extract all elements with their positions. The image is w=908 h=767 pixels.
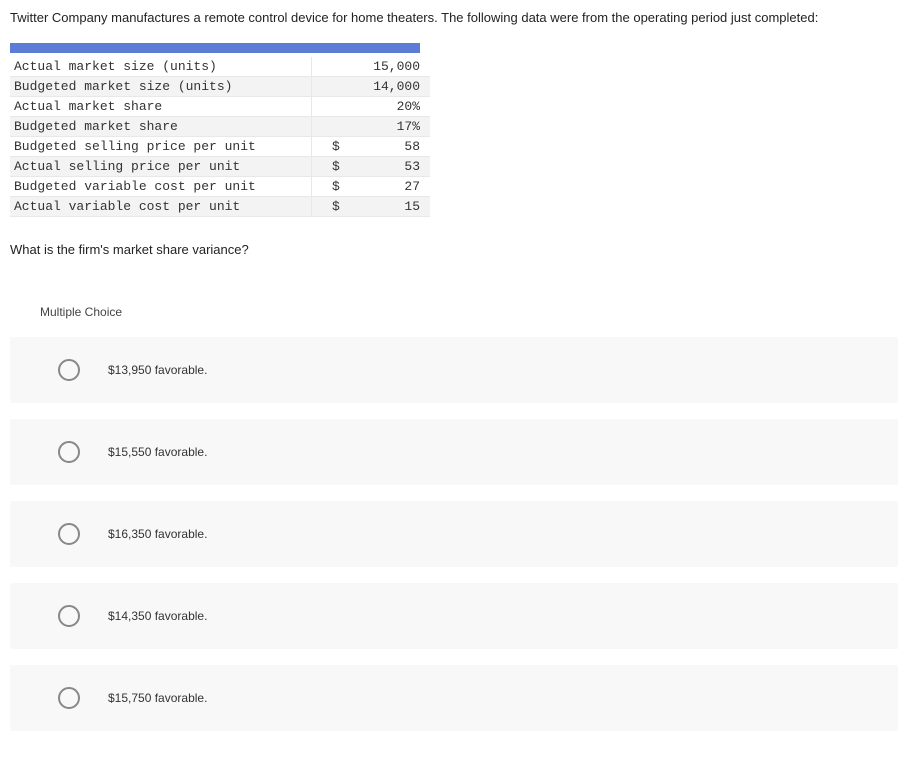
data-section: Actual market size (units)15,000Budgeted… (10, 43, 898, 217)
option-row[interactable]: $16,350 favorable. (10, 501, 898, 567)
table-row: Actual market size (units) 15,000 (10, 57, 430, 77)
progress-bar (10, 43, 420, 53)
option-text: $16,350 favorable. (108, 527, 207, 541)
row-value: 58 (344, 137, 430, 157)
option-text: $15,550 favorable. (108, 445, 207, 459)
radio-button[interactable] (58, 359, 80, 381)
row-currency: $ (312, 137, 344, 157)
row-value: 20% (344, 97, 430, 117)
row-currency (312, 97, 344, 117)
table-row: Actual selling price per unit$53 (10, 157, 430, 177)
option-row[interactable]: $14,350 favorable. (10, 583, 898, 649)
row-label: Actual market share (10, 97, 312, 117)
row-label: Budgeted market share (10, 117, 312, 137)
radio-button[interactable] (58, 605, 80, 627)
intro-text: Twitter Company manufactures a remote co… (10, 10, 898, 25)
row-label: Budgeted variable cost per unit (10, 177, 312, 197)
table-row: Budgeted variable cost per unit$27 (10, 177, 430, 197)
radio-button[interactable] (58, 687, 80, 709)
row-currency: $ (312, 197, 344, 217)
row-label: Actual variable cost per unit (10, 197, 312, 217)
row-value: 17% (344, 117, 430, 137)
row-value: 27 (344, 177, 430, 197)
radio-button[interactable] (58, 523, 80, 545)
row-label: Budgeted market size (units) (10, 77, 312, 97)
row-currency (312, 77, 344, 97)
table-row: Budgeted selling price per unit$58 (10, 137, 430, 157)
multiple-choice-label: Multiple Choice (10, 287, 898, 337)
option-text: $14,350 favorable. (108, 609, 207, 623)
row-label: Budgeted selling price per unit (10, 137, 312, 157)
table-row: Actual variable cost per unit$15 (10, 197, 430, 217)
table-row: Budgeted market size (units) 14,000 (10, 77, 430, 97)
options-container: $13,950 favorable. $15,550 favorable. $16,… (10, 337, 898, 757)
question-text: What is the firm's market share variance… (10, 242, 898, 257)
row-label: Actual selling price per unit (10, 157, 312, 177)
row-value: 15,000 (344, 57, 430, 77)
row-currency: $ (312, 177, 344, 197)
data-table: Actual market size (units)15,000Budgeted… (10, 57, 430, 217)
option-row[interactable]: $13,950 favorable. (10, 337, 898, 403)
row-currency: $ (312, 157, 344, 177)
row-currency (312, 117, 344, 137)
option-text: $15,750 favorable. (108, 691, 207, 705)
option-row[interactable]: $15,550 favorable. (10, 419, 898, 485)
table-row: Budgeted market share 17% (10, 117, 430, 137)
row-value: 53 (344, 157, 430, 177)
row-currency (312, 57, 344, 77)
table-row: Actual market share 20% (10, 97, 430, 117)
radio-button[interactable] (58, 441, 80, 463)
row-value: 15 (344, 197, 430, 217)
row-value: 14,000 (344, 77, 430, 97)
row-label: Actual market size (units) (10, 57, 312, 77)
option-row[interactable]: $15,750 favorable. (10, 665, 898, 731)
option-text: $13,950 favorable. (108, 363, 207, 377)
